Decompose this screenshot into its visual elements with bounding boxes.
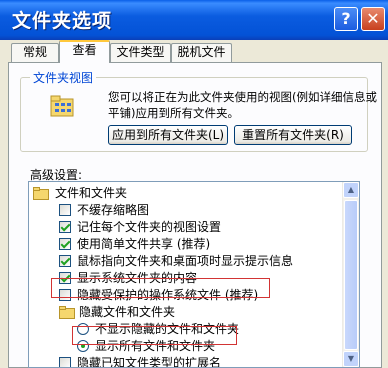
option-label: 使用简单文件共享 (推荐) bbox=[77, 237, 211, 251]
option-label: 不缓存缩略图 bbox=[77, 203, 150, 217]
scroll-up-arrow-icon[interactable]: ▲ bbox=[343, 182, 359, 198]
folder-icon bbox=[33, 187, 49, 200]
checkbox-checked[interactable] bbox=[59, 255, 71, 267]
tree-scrollbar[interactable]: ▲ ▼ bbox=[342, 182, 359, 367]
scroll-thumb[interactable] bbox=[344, 200, 358, 350]
folder-views-group-label: 文件夹视图 bbox=[30, 69, 97, 86]
tab-view[interactable]: 查看 bbox=[59, 40, 110, 63]
folder-views-icon bbox=[50, 95, 74, 117]
checkbox-unchecked[interactable] bbox=[59, 204, 71, 216]
tab-general[interactable]: 常规 bbox=[11, 43, 59, 62]
title-bar[interactable]: 文件夹选项 ? ✕ bbox=[0, 0, 388, 40]
option-label: 记住每个文件夹的视图设置 bbox=[77, 220, 222, 234]
option-label: 隐藏已知文件类型的扩展名 bbox=[77, 356, 222, 368]
tab-offline-files[interactable]: 脱机文件 bbox=[171, 43, 232, 62]
close-button[interactable]: ✕ bbox=[361, 7, 385, 31]
help-button[interactable]: ? bbox=[334, 7, 358, 31]
checkbox-unchecked[interactable] bbox=[59, 357, 71, 367]
highlight-box-show-all bbox=[72, 326, 237, 345]
apply-to-all-folders-button[interactable]: 应用到所有文件夹(L) bbox=[108, 125, 228, 145]
folder-icon bbox=[59, 306, 75, 319]
reset-all-folders-button[interactable]: 重置所有文件夹(R) bbox=[234, 125, 352, 145]
option-label: 鼠标指向文件夹和桌面项时显示提示信息 bbox=[77, 254, 294, 268]
window-title: 文件夹选项 bbox=[12, 10, 113, 32]
tree-folder-label: 隐藏文件和文件夹 bbox=[79, 305, 176, 319]
checkbox-checked[interactable] bbox=[59, 221, 71, 233]
scroll-down-arrow-icon[interactable]: ▼ bbox=[343, 351, 359, 367]
tab-file-types[interactable]: 文件类型 bbox=[110, 43, 171, 62]
folder-options-dialog: 文件夹选项 ? ✕ 常规 查看 文件类型 脱机文件 文件夹视图 您可以将正在为此… bbox=[0, 0, 388, 368]
checkbox-checked[interactable] bbox=[59, 238, 71, 250]
folder-views-description: 您可以将正在为此文件夹使用的视图(例如详细信息或平铺)应用到所有文件夹。 bbox=[108, 90, 377, 120]
tree-folder-label: 文件和文件夹 bbox=[55, 186, 128, 200]
highlight-box-hide-protected bbox=[51, 278, 270, 298]
